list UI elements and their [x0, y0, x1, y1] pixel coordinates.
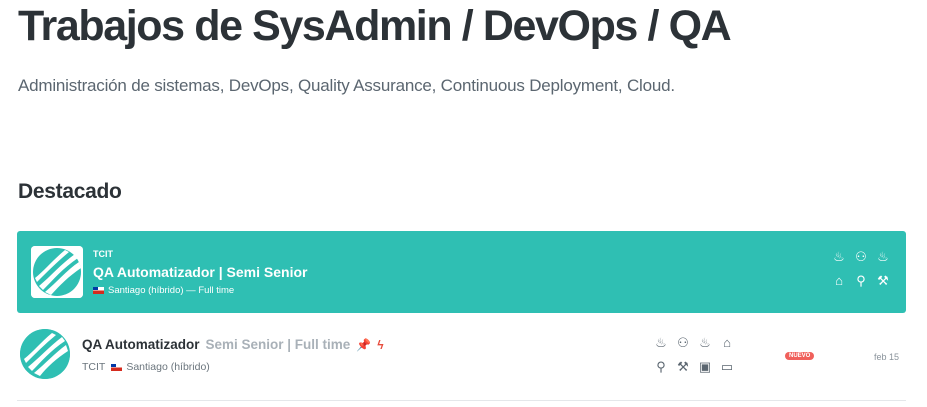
tcit-logo-icon: [31, 246, 83, 298]
job-list-item[interactable]: QA Automatizador Semi Senior | Full time 📌…: [17, 320, 906, 401]
company-logo: [20, 329, 70, 379]
mentoring-icon: ⚇: [855, 249, 867, 264]
tcit-logo-icon: [20, 329, 70, 379]
transport-icon: ▣: [698, 359, 712, 374]
page-title: Trabajos de SysAdmin / DevOps / QA: [18, 2, 732, 50]
meals-icon: ♨: [877, 249, 889, 264]
featured-perk-icons: ♨ ⚇ ♨ ⌂ ⚲ ⚒: [828, 248, 894, 296]
remote-icon: ⌂: [835, 273, 843, 288]
chile-flag-icon: [93, 286, 104, 294]
bicycle-icon: ⚲: [856, 273, 866, 288]
meta-separator: —: [183, 285, 199, 296]
featured-location: Santiago (híbrido): [108, 285, 184, 296]
chile-flag-icon: [111, 363, 123, 371]
job-date: feb 15: [874, 352, 900, 362]
tools-icon: ⚒: [677, 359, 689, 374]
computer-icon: ▭: [720, 359, 734, 374]
new-badge: NUEVO: [785, 352, 815, 360]
job-company: TCIT: [82, 361, 106, 373]
job-seniority: Semi Senior | Full time: [205, 337, 351, 352]
company-logo: [31, 246, 83, 298]
bolt-icon: ϟ: [377, 338, 384, 352]
job-location: Santiago (híbrido): [126, 361, 210, 373]
job-title-line: QA Automatizador Semi Senior | Full time 📌…: [82, 337, 384, 352]
meals-icon: ♨: [699, 335, 711, 350]
pin-icon: 📌: [356, 338, 372, 352]
featured-job-type: Full time: [198, 285, 235, 296]
job-meta: TCIT Santiago (híbrido): [82, 361, 210, 373]
tools-icon: ⚒: [877, 273, 889, 288]
page-subtitle: Administración de sistemas, DevOps, Qual…: [18, 76, 675, 95]
remote-icon: ⌂: [723, 335, 731, 350]
bicycle-icon: ⚲: [656, 359, 666, 374]
featured-job-card[interactable]: TCIT QA Automatizador | Semi Senior Sant…: [17, 231, 906, 313]
mentoring-icon: ⚇: [677, 335, 689, 350]
wellness-icon: ♨: [833, 249, 845, 264]
featured-job-meta: Santiago (híbrido) — Full time: [93, 285, 234, 296]
section-title-featured: Destacado: [18, 180, 122, 203]
wellness-icon: ♨: [655, 335, 667, 350]
featured-job-title[interactable]: QA Automatizador | Semi Senior: [93, 264, 307, 280]
featured-company-name: TCIT: [93, 249, 113, 259]
job-title[interactable]: QA Automatizador: [82, 337, 200, 352]
job-perk-icons: ♨ ⚇ ♨ ⌂ ⚲ ⚒ ▣ ▭: [650, 334, 740, 382]
